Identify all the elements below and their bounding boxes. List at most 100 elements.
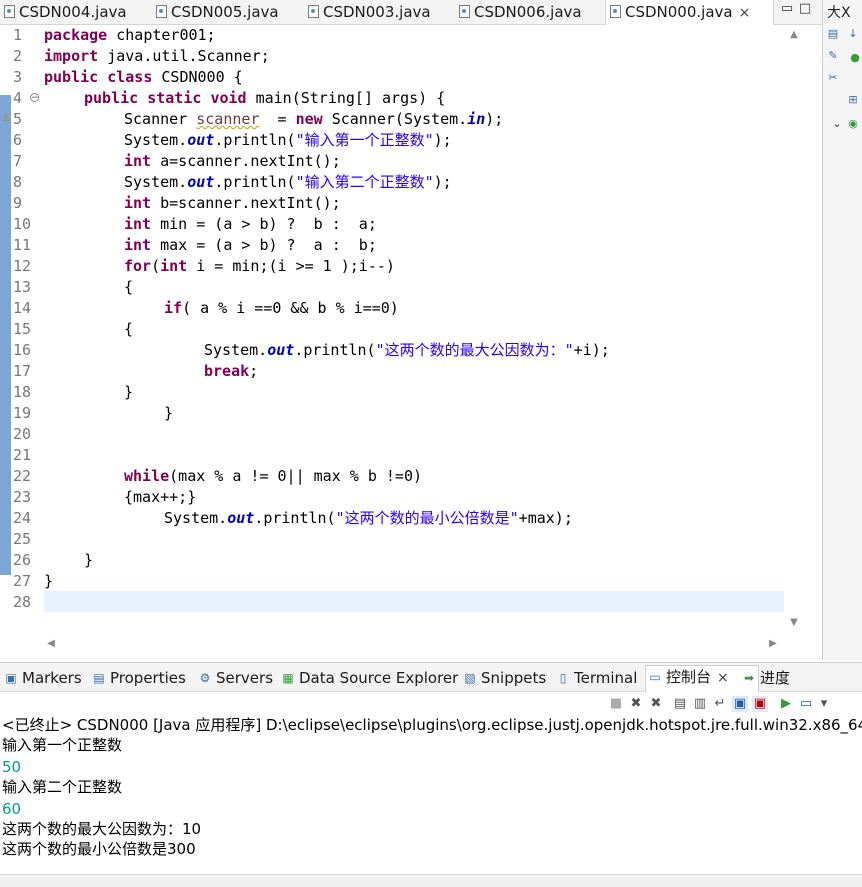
string-literal: "输入第二个正整数" (295, 173, 434, 191)
outline-icon[interactable]: ▤ (827, 28, 839, 40)
status-strip (0, 874, 862, 887)
code-line-7: int a=scanner.nextInt(); (124, 151, 341, 172)
code-line-9: int b=scanner.nextInt(); (124, 193, 341, 214)
tab-csdn003[interactable]: CSDN003.java (304, 0, 431, 24)
tab-csdn006[interactable]: CSDN006.java (455, 0, 582, 24)
console-icon: ▭ (649, 670, 661, 684)
line-number: 23 (13, 488, 32, 506)
markers-icon: ▣ (5, 671, 17, 685)
code-text: .println( (254, 509, 336, 527)
keyword: int (124, 236, 152, 254)
display-console-icon[interactable]: ▭ (798, 696, 814, 712)
keyword: int (124, 152, 152, 170)
show-on-error-icon[interactable]: ▣ (752, 696, 768, 712)
tab-progress[interactable]: ➡ 进度 (740, 667, 790, 689)
code-line-3: public class CSDN000 { (44, 67, 243, 88)
tab-markers[interactable]: ▣ Markers (2, 667, 81, 689)
tab-csdn000[interactable]: CSDN000.java × (605, 0, 774, 25)
scroll-down-icon[interactable]: ▼ (787, 617, 801, 628)
code-editor[interactable]: − ⚠ 1 2 3 4 5 6 7 8 9 10 11 12 13 14 15 16 17 18 19 20 21 22 2… (0, 25, 822, 655)
link-icon[interactable]: ✂ (827, 72, 839, 84)
code-line-10: int min = (a > b) ? b : a; (124, 214, 377, 235)
panel-tab-bar: ▣ Markers ▤ Properties ⚙ Servers ▦ Data Sour… (0, 663, 862, 692)
change-bar (0, 95, 11, 575)
static-field: out (227, 509, 255, 527)
sort-icon[interactable]: ↓ (847, 28, 859, 40)
word-wrap-icon[interactable]: ↵ (712, 696, 728, 712)
code-text: java.util.Scanner; (98, 47, 270, 65)
static-field: in (467, 110, 486, 128)
tab-label: CSDN000.java (625, 3, 733, 21)
tab-terminal[interactable]: ▯ Terminal (554, 667, 638, 689)
keyword: int (124, 215, 152, 233)
chevron-down-icon[interactable]: ⌄ (831, 118, 843, 130)
code-area[interactable]: package chapter001; import java.util.Sca… (44, 25, 784, 635)
close-tab-icon[interactable]: × (739, 5, 751, 21)
method-icon[interactable]: ◉ (847, 118, 859, 130)
code-text: min = (a > b) ? b : a; (151, 215, 377, 233)
line-number: 8 (13, 173, 23, 191)
warning-marker-icon[interactable]: ⚠ (0, 113, 12, 125)
code-line-4: public static void main(String[] args) { (84, 88, 445, 109)
pin-console-icon[interactable]: ▶ (778, 696, 794, 712)
minimize-icon[interactable]: ▭ (780, 2, 794, 16)
keyword: for (124, 257, 152, 275)
tab-csdn005[interactable]: CSDN005.java (152, 0, 279, 24)
scroll-lock-icon[interactable]: ▥ (692, 696, 708, 712)
horizontal-scrollbar[interactable]: ◀ ▶ (44, 637, 784, 655)
scroll-right-icon[interactable]: ▶ (766, 638, 780, 649)
line-number: 5 (13, 110, 23, 128)
code-text: System. (204, 341, 268, 359)
scroll-up-icon[interactable]: ▲ (787, 29, 801, 40)
console-header: <已终止> CSDN000 [Java 应用程序] D:\eclipse\ecl… (2, 716, 862, 734)
tab-label: CSDN003.java (323, 3, 431, 21)
code-text: ; (249, 362, 259, 380)
code-text: System. (124, 173, 188, 191)
code-text: .println( (214, 131, 296, 149)
string-literal: "这两个数的最大公因数为：" (375, 341, 574, 359)
java-file-icon (308, 5, 319, 18)
remove-launch-icon[interactable]: ✖ (628, 696, 644, 712)
static-field: out (187, 173, 215, 191)
vertical-scrollbar[interactable]: ▲ ▼ (786, 25, 802, 635)
code-text: +i); (573, 341, 610, 359)
tab-label: Servers (216, 669, 274, 687)
keyword: if (164, 299, 183, 317)
clear-console-icon[interactable]: ▤ (672, 696, 688, 712)
tab-snippets[interactable]: ▧ Snippets (461, 667, 546, 689)
keyword: public (44, 68, 99, 86)
code-text: ); (433, 173, 452, 191)
tab-servers[interactable]: ⚙ Servers (196, 667, 273, 689)
line-number: 17 (13, 362, 32, 380)
hide-fields-icon[interactable]: ✎ (827, 50, 839, 62)
code-line-27: } (44, 572, 54, 590)
maximize-icon[interactable]: □ (798, 2, 812, 16)
code-text: Scanner(System. (322, 110, 468, 128)
scroll-left-icon[interactable]: ◀ (44, 638, 58, 649)
code-line-22: while(max % a != 0|| max % b !=0) (124, 466, 422, 487)
console-line: 这两个数的最小公倍数是300 (2, 840, 196, 858)
show-on-output-icon[interactable]: ▣ (732, 696, 748, 712)
tab-label: 进度 (760, 669, 791, 687)
terminate-icon[interactable]: ■ (608, 696, 624, 712)
snippets-icon: ▧ (464, 671, 476, 685)
terminal-icon: ▯ (559, 671, 567, 685)
line-number: 13 (13, 278, 32, 296)
tab-label: Properties (110, 669, 186, 687)
class-icon[interactable]: ⊞ (847, 94, 859, 106)
tab-data-source-explorer[interactable]: ▦ Data Source Explorer (279, 667, 458, 689)
keyword: break (204, 362, 250, 380)
static-field: out (187, 131, 215, 149)
hide-nonpublic-icon[interactable]: ● (849, 52, 861, 64)
console-line: 输入第二个正整数 (2, 778, 123, 796)
chevron-down-icon[interactable]: ▾ (816, 696, 832, 712)
code-text: ( a % i ==0 && b % i==0) (182, 299, 399, 317)
line-number: 4 (13, 89, 23, 107)
code-text: (max % a != 0|| max % b !=0) (169, 467, 423, 485)
close-tab-icon[interactable]: × (717, 670, 729, 686)
tab-properties[interactable]: ▤ Properties (90, 667, 186, 689)
tab-csdn004[interactable]: CSDN004.java (0, 0, 127, 24)
console-output[interactable]: <已终止> CSDN000 [Java 应用程序] D:\eclipse\ecl… (0, 715, 862, 885)
remove-all-icon[interactable]: ✖ (648, 696, 664, 712)
code-text: chapter001; (107, 26, 216, 44)
